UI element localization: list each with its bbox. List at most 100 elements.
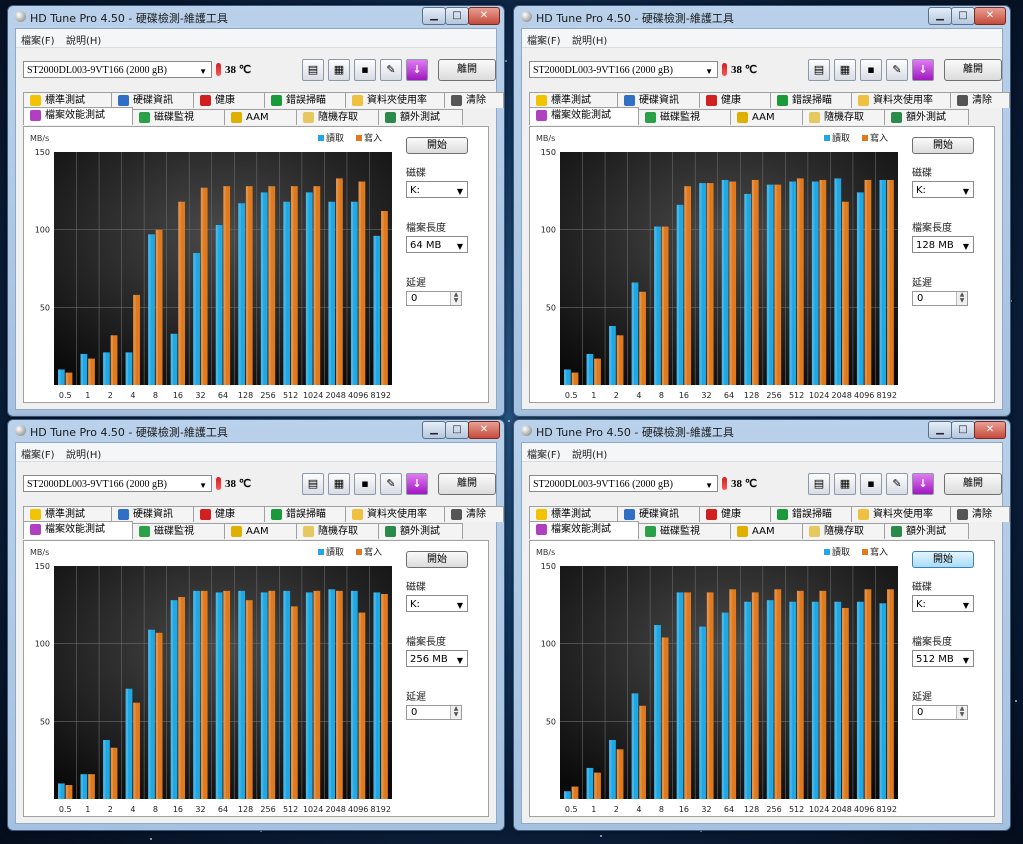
tab-row2-1[interactable]: 檔案效能測試 [23,521,133,539]
minimize-button[interactable]: ▁ [422,421,446,439]
maximize-button[interactable]: □ [951,7,975,25]
tab-row2-2[interactable]: 磁碟監視 [132,523,225,539]
close-button[interactable]: ✕ [974,421,1006,439]
start-button[interactable]: 開始 [912,551,974,568]
copy-info-icon[interactable]: ▤ [808,473,830,495]
title-bar[interactable]: HD Tune Pro 4.50 - 硬碟檢測-維護工具 ▁ □ ✕ [8,420,504,442]
save-icon[interactable]: ▪ [354,473,376,495]
start-button[interactable]: 開始 [406,137,468,154]
tab-row1-4[interactable]: 錯誤掃瞄 [264,506,346,522]
title-bar[interactable]: HD Tune Pro 4.50 - 硬碟檢測-維護工具 ▁ □ ✕ [514,6,1010,28]
tab-row2-3[interactable]: AAM [730,109,803,125]
spinner-arrows-icon[interactable]: ▲ ▼ [956,706,967,719]
tab-row2-5[interactable]: 額外測試 [884,523,969,539]
tab-row1-6[interactable]: 清除 [444,92,504,108]
maximize-button[interactable]: □ [951,421,975,439]
tab-row2-1[interactable]: 檔案效能測試 [529,521,639,539]
tab-row2-5[interactable]: 額外測試 [378,109,463,125]
options-icon[interactable]: ✎ [380,473,402,495]
save-icon[interactable]: ▪ [860,473,882,495]
disk-select[interactable]: K: ▼ [406,595,468,612]
exit-button[interactable]: 離開 [438,473,496,495]
tab-row1-6[interactable]: 清除 [950,92,1010,108]
menu-file[interactable]: 檔案(F) [21,32,55,47]
maximize-button[interactable]: □ [445,7,469,25]
start-button[interactable]: 開始 [406,551,468,568]
tab-row2-3[interactable]: AAM [224,109,297,125]
options-icon[interactable]: ✎ [380,59,402,81]
delay-spinner[interactable]: 0 ▲ ▼ [912,705,968,720]
file-length-select[interactable]: 64 MB ▼ [406,236,468,253]
minimize-button[interactable]: ▁ [928,7,952,25]
save-icon[interactable]: ▪ [860,59,882,81]
download-icon[interactable]: ↓ [406,473,428,495]
tab-row1-5[interactable]: 資料夾使用率 [851,506,951,522]
menu-help[interactable]: 說明(H) [66,446,101,461]
tab-row2-3[interactable]: AAM [730,523,803,539]
file-length-select[interactable]: 128 MB ▼ [912,236,974,253]
minimize-button[interactable]: ▁ [928,421,952,439]
delay-spinner[interactable]: 0 ▲ ▼ [912,291,968,306]
menu-file[interactable]: 檔案(F) [21,446,55,461]
tab-row2-1[interactable]: 檔案效能測試 [529,107,639,125]
exit-button[interactable]: 離開 [438,59,496,81]
title-bar[interactable]: HD Tune Pro 4.50 - 硬碟檢測-維護工具 ▁ □ ✕ [514,420,1010,442]
tab-row1-4[interactable]: 錯誤掃瞄 [770,506,852,522]
tab-row2-4[interactable]: 隨機存取 [802,109,885,125]
spinner-arrows-icon[interactable]: ▲ ▼ [450,292,461,305]
tab-row1-4[interactable]: 錯誤掃瞄 [770,92,852,108]
tab-row1-5[interactable]: 資料夾使用率 [345,92,445,108]
tab-row1-2[interactable]: 硬碟資訊 [111,506,194,522]
tab-row1-1[interactable]: 標準測試 [529,506,618,522]
tab-row1-2[interactable]: 硬碟資訊 [617,92,700,108]
copy-screenshot-icon[interactable]: ▦ [834,473,856,495]
start-button[interactable]: 開始 [912,137,974,154]
tab-row2-3[interactable]: AAM [224,523,297,539]
minimize-button[interactable]: ▁ [422,7,446,25]
spinner-arrows-icon[interactable]: ▲ ▼ [956,292,967,305]
copy-screenshot-icon[interactable]: ▦ [328,59,350,81]
drive-select[interactable]: ST2000DL003-9VT166 (2000 gB) ▼ [23,475,212,492]
tab-row2-4[interactable]: 隨機存取 [296,523,379,539]
tab-row1-3[interactable]: 健康 [193,506,265,522]
close-button[interactable]: ✕ [974,7,1006,25]
download-icon[interactable]: ↓ [912,473,934,495]
menu-help[interactable]: 說明(H) [572,446,607,461]
save-icon[interactable]: ▪ [354,59,376,81]
menu-file[interactable]: 檔案(F) [527,32,561,47]
tab-row1-2[interactable]: 硬碟資訊 [111,92,194,108]
download-icon[interactable]: ↓ [406,59,428,81]
spinner-arrows-icon[interactable]: ▲ ▼ [450,706,461,719]
delay-spinner[interactable]: 0 ▲ ▼ [406,705,462,720]
delay-spinner[interactable]: 0 ▲ ▼ [406,291,462,306]
tab-row2-1[interactable]: 檔案效能測試 [23,107,133,125]
tab-row1-6[interactable]: 清除 [444,506,504,522]
title-bar[interactable]: HD Tune Pro 4.50 - 硬碟檢測-維護工具 ▁ □ ✕ [8,6,504,28]
exit-button[interactable]: 離開 [944,59,1002,81]
tab-row1-1[interactable]: 標準測試 [23,506,112,522]
tab-row2-2[interactable]: 磁碟監視 [132,109,225,125]
options-icon[interactable]: ✎ [886,59,908,81]
disk-select[interactable]: K: ▼ [912,595,974,612]
exit-button[interactable]: 離開 [944,473,1002,495]
options-icon[interactable]: ✎ [886,473,908,495]
tab-row1-3[interactable]: 健康 [699,92,771,108]
copy-info-icon[interactable]: ▤ [302,59,324,81]
menu-help[interactable]: 說明(H) [572,32,607,47]
copy-screenshot-icon[interactable]: ▦ [328,473,350,495]
tab-row1-3[interactable]: 健康 [699,506,771,522]
tab-row1-2[interactable]: 硬碟資訊 [617,506,700,522]
close-button[interactable]: ✕ [468,421,500,439]
close-button[interactable]: ✕ [468,7,500,25]
file-length-select[interactable]: 256 MB ▼ [406,650,468,667]
copy-screenshot-icon[interactable]: ▦ [834,59,856,81]
tab-row1-4[interactable]: 錯誤掃瞄 [264,92,346,108]
tab-row1-3[interactable]: 健康 [193,92,265,108]
copy-info-icon[interactable]: ▤ [808,59,830,81]
menu-help[interactable]: 說明(H) [66,32,101,47]
tab-row1-6[interactable]: 清除 [950,506,1010,522]
disk-select[interactable]: K: ▼ [406,181,468,198]
tab-row1-5[interactable]: 資料夾使用率 [345,506,445,522]
drive-select[interactable]: ST2000DL003-9VT166 (2000 gB) ▼ [529,61,718,78]
tab-row1-1[interactable]: 標準測試 [529,92,618,108]
